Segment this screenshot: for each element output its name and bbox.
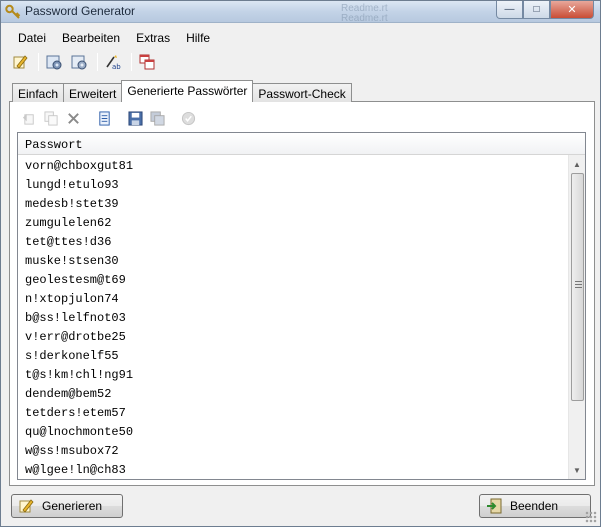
spell-check-toolbar-button[interactable]: ab (102, 51, 124, 73)
menu-datei[interactable]: Datei (10, 27, 54, 47)
password-row[interactable]: medesb!stet39 (18, 194, 568, 213)
password-row[interactable]: b@ss!lelfnot03 (18, 308, 568, 327)
tab-erweitert[interactable]: Erweitert (63, 83, 123, 102)
generate-icon (13, 55, 28, 69)
check-icon (181, 111, 195, 125)
minimize-icon: — (504, 4, 515, 15)
generate-button[interactable]: Generieren (11, 494, 123, 518)
resize-grip[interactable] (585, 511, 597, 523)
password-row[interactable]: dendem@bem52 (18, 384, 568, 403)
document-button[interactable] (94, 109, 114, 127)
toolbar-separator (89, 109, 90, 127)
save-all-icon (149, 110, 165, 126)
title-bar[interactable]: Password Generator Readme.rt Readme.rt —… (1, 1, 600, 24)
settings-toolbar-button[interactable] (43, 51, 65, 73)
toolbar-separator (173, 109, 174, 127)
copy-button[interactable] (41, 109, 61, 127)
password-row[interactable]: qu@lnochmonte50 (18, 422, 568, 441)
toolbar-separator (120, 109, 121, 127)
window-title: Password Generator (25, 4, 136, 18)
toolbar-separator (97, 53, 98, 71)
add-icon (22, 113, 34, 125)
app-window: Password Generator Readme.rt Readme.rt —… (0, 0, 601, 527)
tab-generierte-passwoerter[interactable]: Generierte Passwörter (121, 80, 254, 102)
main-toolbar: ab (9, 50, 161, 74)
delete-icon (67, 112, 79, 124)
tab-einfach[interactable]: Einfach (12, 83, 65, 102)
window-controls: — □ ✕ (496, 1, 594, 19)
maximize-button[interactable]: □ (523, 1, 550, 19)
close-button[interactable]: ✕ (550, 1, 594, 19)
password-row[interactable]: zumgulelen62 (18, 213, 568, 232)
toolbar-separator (38, 53, 39, 71)
vertical-scrollbar[interactable]: ▲ ▼ (568, 155, 585, 479)
password-row[interactable]: vorn@chboxgut81 (18, 156, 568, 175)
copy-icon (43, 110, 58, 126)
scroll-up-icon[interactable]: ▲ (569, 156, 585, 172)
window-stack-icon (139, 54, 155, 70)
password-row[interactable]: lungd!etulo93 (18, 175, 568, 194)
scrollbar-thumb[interactable] (571, 173, 584, 401)
settings-alt-toolbar-button[interactable] (68, 51, 90, 73)
add-button[interactable] (19, 109, 39, 127)
password-list[interactable]: Passwort vorn@chboxgut81 lungd!etulo93 m… (17, 132, 586, 480)
password-rows: vorn@chboxgut81 lungd!etulo93 medesb!ste… (18, 156, 568, 479)
list-header[interactable]: Passwort (18, 133, 585, 155)
save-button[interactable] (125, 109, 145, 127)
svg-text:ab: ab (112, 63, 121, 70)
column-header-passwort[interactable]: Passwort (25, 138, 83, 152)
key-icon (5, 4, 21, 19)
settings-alt-icon (71, 55, 87, 70)
close-app-button[interactable]: Beenden (479, 494, 591, 518)
close-app-button-label: Beenden (510, 499, 559, 513)
save-icon (127, 110, 143, 126)
password-row[interactable]: tetders!etem57 (18, 403, 568, 422)
password-row[interactable]: geolestesm@t69 (18, 270, 568, 289)
window-stack-toolbar-button[interactable] (136, 51, 158, 73)
password-row[interactable]: s!derkonelf55 (18, 346, 568, 365)
list-toolbar (19, 108, 200, 128)
scrollbar-grip (575, 281, 582, 289)
generate-icon (19, 499, 34, 513)
scroll-down-icon[interactable]: ▼ (569, 462, 585, 478)
tab-passwort-check[interactable]: Passwort-Check (252, 83, 352, 102)
maximize-icon: □ (533, 4, 540, 15)
delete-button[interactable] (63, 109, 83, 127)
menu-hilfe[interactable]: Hilfe (178, 27, 218, 47)
exit-icon (487, 498, 502, 514)
close-icon: ✕ (567, 4, 577, 16)
password-row[interactable]: w@lgee!ln@ch83 (18, 460, 568, 479)
save-all-button[interactable] (147, 109, 167, 127)
password-row[interactable]: t@s!km!chl!ng91 (18, 365, 568, 384)
toolbar-separator (131, 53, 132, 71)
menu-bar: Datei Bearbeiten Extras Hilfe (1, 27, 600, 47)
spell-check-icon: ab (106, 55, 121, 70)
document-icon (98, 110, 110, 126)
password-row[interactable]: n!xtopjulon74 (18, 289, 568, 308)
minimize-button[interactable]: — (496, 1, 523, 19)
password-row[interactable]: w@ss!msubox72 (18, 441, 568, 460)
password-row[interactable]: tet@ttes!d36 (18, 232, 568, 251)
settings-icon (46, 55, 62, 70)
tab-strip: Einfach Erweitert Generierte Passwörter … (12, 80, 352, 102)
menu-extras[interactable]: Extras (128, 27, 178, 47)
password-row[interactable]: v!err@drotbe25 (18, 327, 568, 346)
menu-bearbeiten[interactable]: Bearbeiten (54, 27, 128, 47)
password-row[interactable]: muske!stsen30 (18, 251, 568, 270)
check-button[interactable] (178, 109, 198, 127)
generate-toolbar-button[interactable] (9, 51, 31, 73)
generate-button-label: Generieren (42, 499, 103, 513)
